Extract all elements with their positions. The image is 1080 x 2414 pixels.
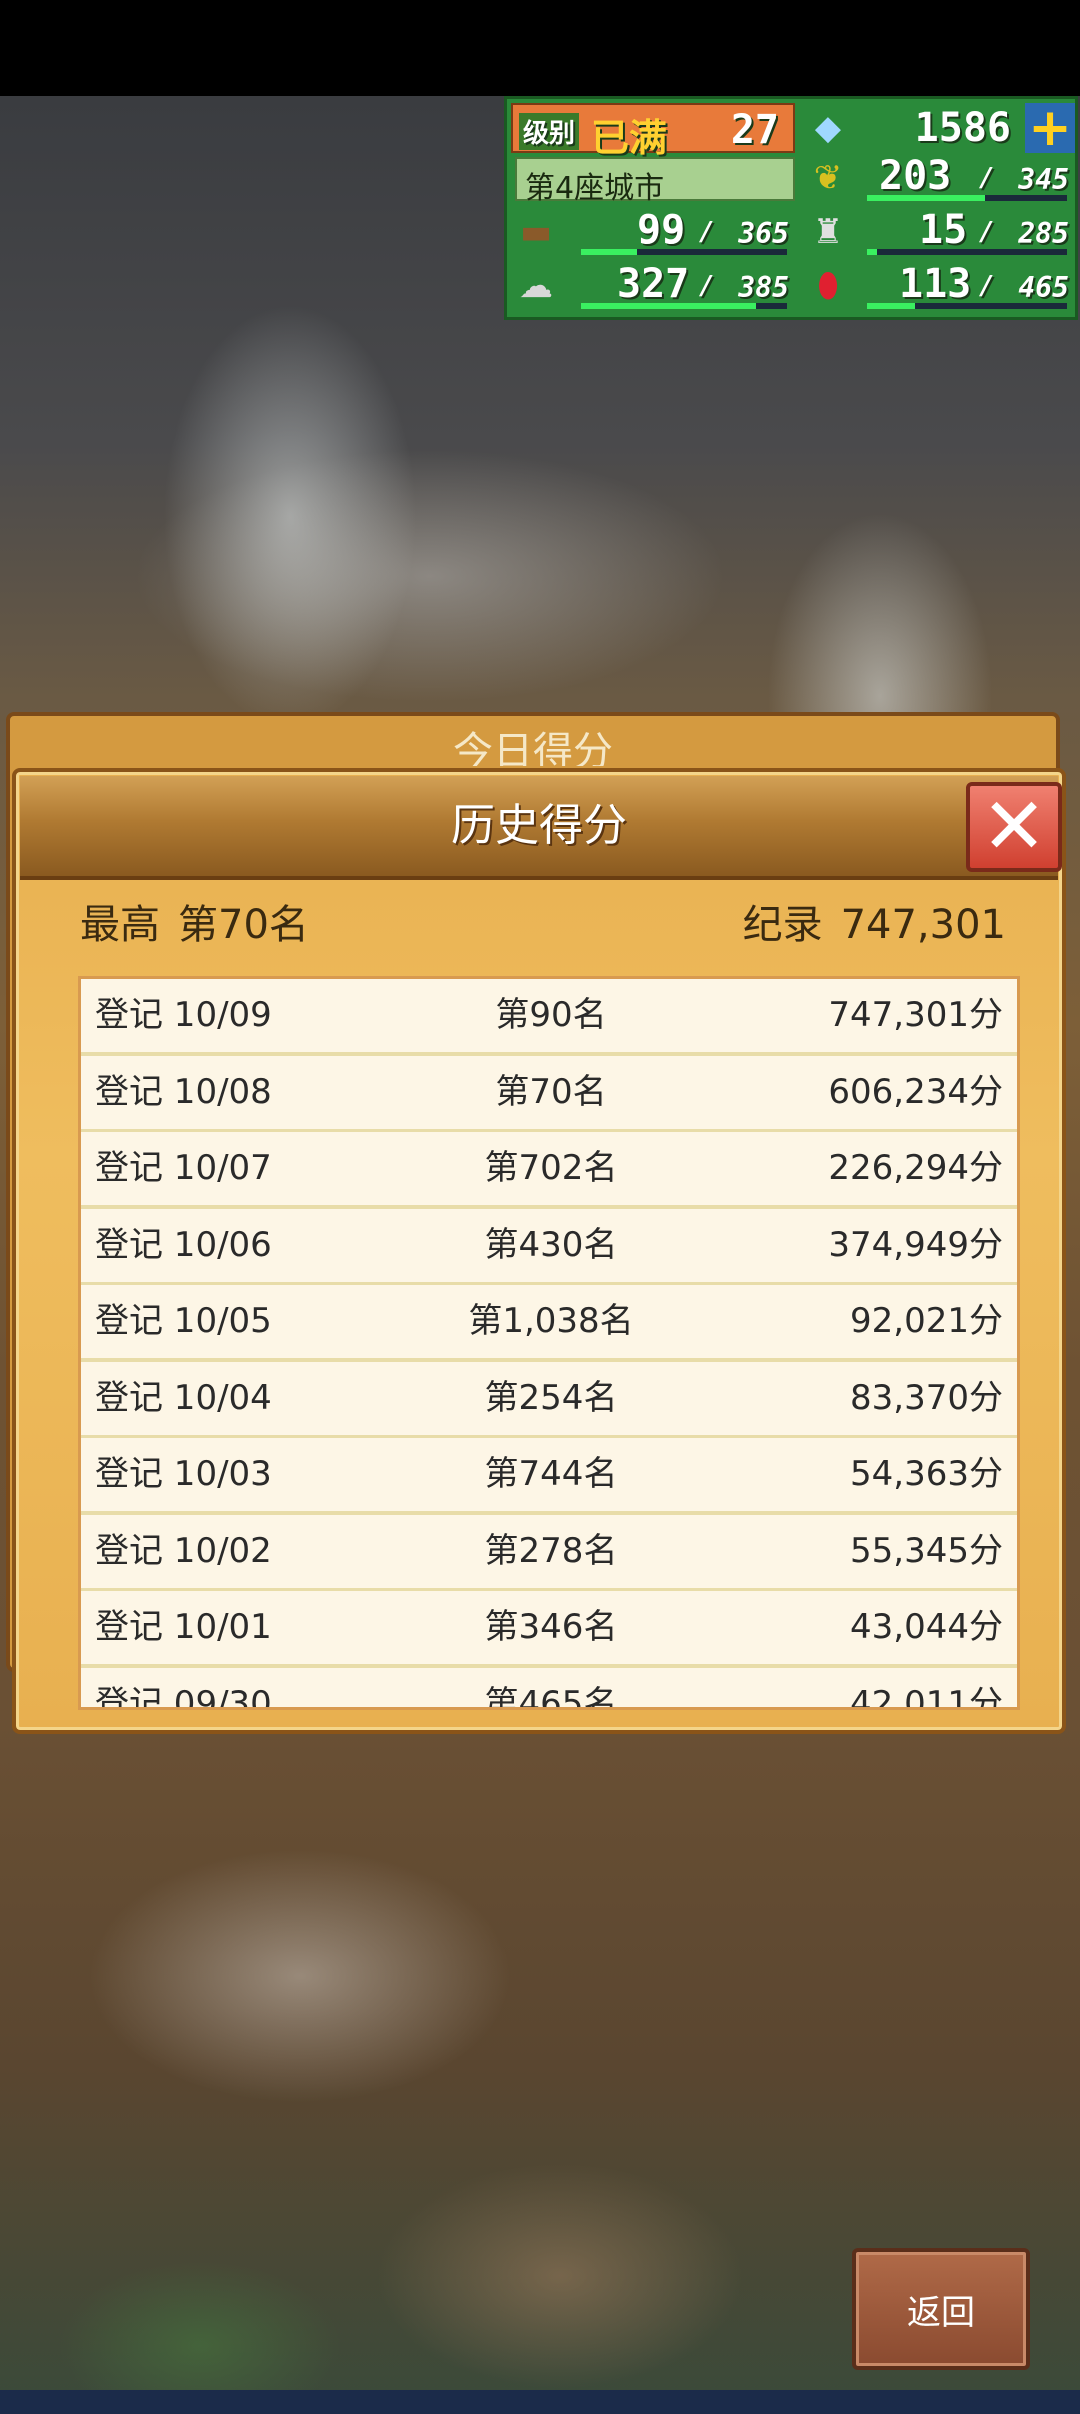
best-label: 最高 xyxy=(80,902,160,948)
wood-slash: / xyxy=(699,217,715,247)
resource-hud: 级别 已满 27 ◆ 1586 + 第4座城市 ❦ 203 / 345 ▬ 99… xyxy=(504,96,1078,320)
stone-max: 385 xyxy=(738,271,789,304)
close-button[interactable]: ✕ xyxy=(966,782,1062,872)
list-item: 登记 10/06 第430名 374,949分 xyxy=(81,1208,1017,1282)
row-date: 登记 10/03 xyxy=(95,1454,272,1494)
wood-bar xyxy=(581,249,787,255)
row-rank: 第1,038名 xyxy=(468,1301,634,1341)
ruby-bar xyxy=(867,303,1067,309)
stone-slash: / xyxy=(699,271,715,301)
city-label-box: 第4座城市 xyxy=(515,157,795,206)
record-summary: 纪录 747,301 xyxy=(743,892,1006,950)
today-score-title: 今日得分 xyxy=(453,729,613,766)
row-score: 42,011分 xyxy=(850,1683,1003,1710)
row-date: 登记 10/04 xyxy=(95,1377,272,1418)
list-item: 登记 10/02 第278名 55,345分 xyxy=(81,1514,1017,1588)
wood-max: 365 xyxy=(738,217,789,250)
gem-counter: 1586 xyxy=(859,103,1019,153)
list-item: 登记 10/04 第254名 83,370分 xyxy=(81,1361,1017,1435)
best-rank-summary: 最高 第70名 xyxy=(80,892,309,950)
level-max-badge: 已满 xyxy=(591,116,668,160)
status-bar xyxy=(0,0,1080,96)
grain-max: 345 xyxy=(1018,163,1069,196)
row-rank: 第465名 xyxy=(484,1683,618,1710)
level-value: 27 xyxy=(730,107,779,153)
worker-counter: 15 / 285 xyxy=(859,207,1075,257)
row-rank: 第278名 xyxy=(484,1530,618,1571)
wood-icon: ▬ xyxy=(519,212,553,252)
level-label: 级别 xyxy=(519,113,580,150)
row-score: 374,949分 xyxy=(828,1224,1003,1265)
row-date: 登记 10/05 xyxy=(95,1301,272,1341)
row-rank: 第90名 xyxy=(495,995,607,1035)
list-item: 登记 10/07 第702名 226,294分 xyxy=(81,1132,1017,1205)
gem-value: 1586 xyxy=(914,105,1011,151)
ruby-slash: / xyxy=(979,271,995,301)
row-rank: 第70名 xyxy=(495,1071,607,1112)
row-rank: 第254名 xyxy=(484,1377,618,1418)
row-date: 登记 10/08 xyxy=(95,1071,272,1112)
diamond-icon: ◆ xyxy=(814,108,842,148)
list-item: 登记 10/09 第90名 747,301分 xyxy=(81,979,1017,1052)
ruby-icon: ⬮ xyxy=(817,266,839,306)
row-rank: 第346名 xyxy=(484,1607,618,1647)
list-item: 登记 09/30 第465名 42,011分 xyxy=(81,1667,1017,1710)
row-score: 226,294分 xyxy=(828,1148,1003,1188)
row-score: 43,044分 xyxy=(850,1607,1003,1647)
stone-counter: 327 / 385 xyxy=(577,261,793,311)
panel-title: 历史得分 xyxy=(451,800,627,851)
grain-icon: ❦ xyxy=(813,158,843,198)
grain-counter: 203 / 345 xyxy=(859,153,1075,203)
row-score: 54,363分 xyxy=(850,1454,1003,1494)
worker-icon: ♜ xyxy=(812,212,844,252)
worker-bar xyxy=(867,249,1067,255)
stone-value: 327 xyxy=(617,261,690,307)
list-item: 登记 10/08 第70名 606,234分 xyxy=(81,1055,1017,1129)
stone-icon: ☁ xyxy=(519,266,553,306)
plus-icon: + xyxy=(1028,98,1072,158)
city-label: 第4座城市 xyxy=(525,171,665,206)
row-date: 登记 10/01 xyxy=(95,1607,272,1647)
row-score: 83,370分 xyxy=(850,1377,1003,1418)
grain-bar xyxy=(867,195,1067,201)
row-date: 登记 10/07 xyxy=(95,1148,272,1188)
history-list[interactable]: 登记 10/09 第90名 747,301分 登记 10/08 第70名 606… xyxy=(78,976,1020,1710)
list-item: 登记 10/03 第744名 54,363分 xyxy=(81,1438,1017,1511)
row-date: 登记 09/30 xyxy=(95,1683,272,1710)
worker-value: 15 xyxy=(919,207,968,253)
return-button[interactable]: 返回 xyxy=(852,2248,1030,2370)
row-rank: 第702名 xyxy=(484,1148,618,1188)
wood-value: 99 xyxy=(637,207,686,253)
row-score: 747,301分 xyxy=(828,995,1003,1035)
ruby-max: 465 xyxy=(1018,271,1069,304)
row-score: 92,021分 xyxy=(850,1301,1003,1341)
record-value: 747,301 xyxy=(840,902,1006,948)
stone-bar xyxy=(581,303,787,309)
row-score: 55,345分 xyxy=(850,1530,1003,1571)
navigation-bar xyxy=(0,2390,1080,2414)
grain-value: 203 xyxy=(879,153,952,199)
worker-max: 285 xyxy=(1018,217,1069,250)
worker-slash: / xyxy=(979,217,995,247)
add-gems-button[interactable]: + xyxy=(1025,98,1075,158)
row-rank: 第744名 xyxy=(484,1454,618,1494)
close-icon: ✕ xyxy=(981,782,1047,872)
row-date: 登记 10/09 xyxy=(95,995,272,1035)
panel-header: 历史得分 xyxy=(20,776,1058,880)
record-label: 纪录 xyxy=(742,902,823,948)
row-date: 登记 10/06 xyxy=(95,1224,272,1265)
ruby-value: 113 xyxy=(899,261,972,307)
wood-counter: 99 / 365 xyxy=(577,207,793,257)
row-score: 606,234分 xyxy=(828,1071,1003,1112)
ruby-counter: 113 / 465 xyxy=(859,261,1075,311)
grain-slash: / xyxy=(979,163,995,193)
level-panel: 级别 已满 27 xyxy=(511,103,795,160)
list-item: 登记 10/01 第346名 43,044分 xyxy=(81,1591,1017,1664)
row-rank: 第430名 xyxy=(484,1224,618,1265)
list-item: 登记 10/05 第1,038名 92,021分 xyxy=(81,1285,1017,1358)
row-date: 登记 10/02 xyxy=(95,1530,272,1571)
best-rank: 第70名 xyxy=(178,902,309,948)
